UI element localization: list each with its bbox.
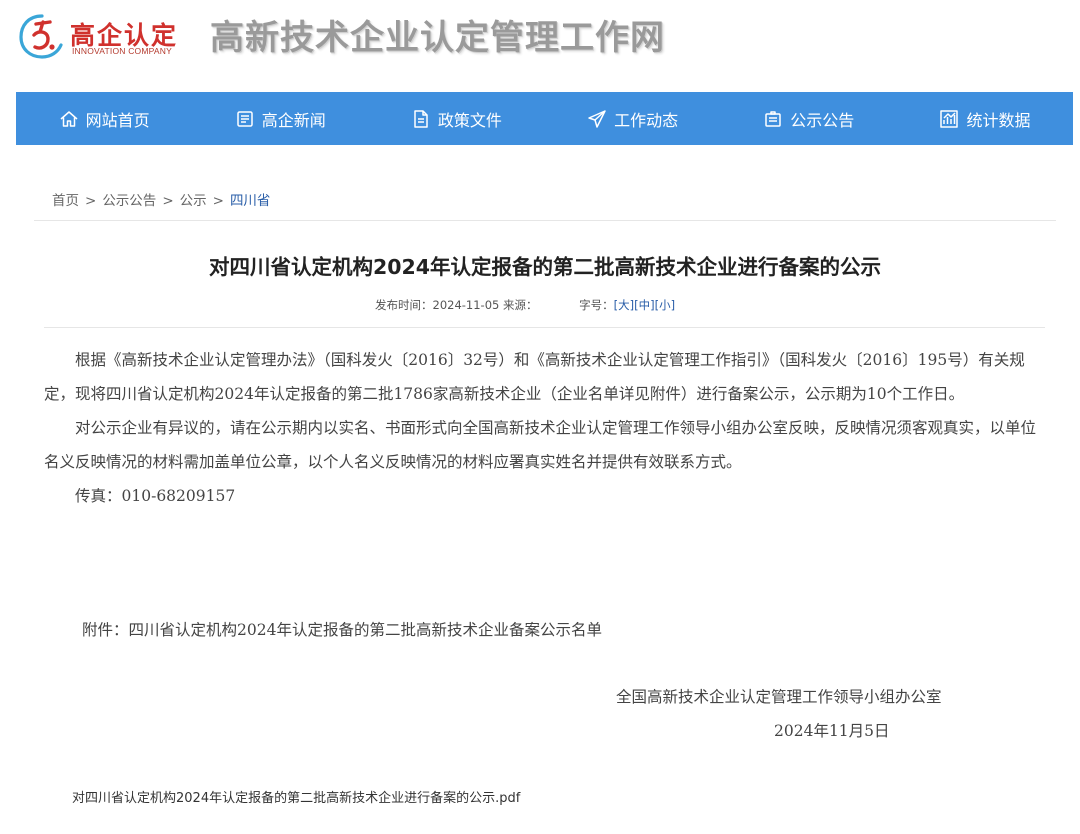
nav-item-label: 统计数据 xyxy=(966,110,1031,130)
article-body: 根据《高新技术企业认定管理办法》（国科发火〔2016〕32号）和《高新技术企业认… xyxy=(44,343,1044,513)
publish-label: 发布时间： xyxy=(375,298,433,312)
breadcrumb-sichuan[interactable]: 四川省 xyxy=(230,193,271,209)
breadcrumb: 首页 > 公示公告 > 公示 > 四川省 xyxy=(52,189,270,209)
nav-item-work-updates[interactable]: 工作动态 xyxy=(545,92,721,145)
news-icon xyxy=(237,110,253,127)
pdf-attachment-link[interactable]: 对四川省认定机构2024年认定报备的第二批高新技术企业进行备案的公示.pdf xyxy=(72,787,520,806)
title-divider xyxy=(44,327,1045,328)
document-icon xyxy=(414,109,428,128)
logo-mark-icon xyxy=(19,14,63,59)
main-nav: 网站首页 高企新闻 政策文件 工作动态 公示公告 统计数据 xyxy=(16,92,1073,145)
breadcrumb-separator: > xyxy=(212,193,224,209)
source-label: 来源： xyxy=(503,298,538,312)
font-size-small-button[interactable]: [小] xyxy=(655,298,675,312)
font-size-large-button[interactable]: [大] xyxy=(614,298,634,312)
breadcrumb-announcements[interactable]: 公示公告 xyxy=(102,193,156,209)
font-size-label: 字号： xyxy=(579,298,614,312)
site-header: 高企认定 INNOVATION COMPANY 高新技术企业认定管理工作网 xyxy=(0,0,1080,92)
signature-date: 2024年11月5日 xyxy=(774,722,890,740)
nav-item-news[interactable]: 高企新闻 xyxy=(192,92,368,145)
breadcrumb-separator: > xyxy=(162,193,174,209)
body-paragraph: 对公示企业有异议的，请在公示期内以实名、书面形式向全国高新技术企业认定管理工作领… xyxy=(44,419,1037,471)
nav-item-home[interactable]: 网站首页 xyxy=(16,92,192,145)
breadcrumb-home[interactable]: 首页 xyxy=(52,193,79,209)
site-title: 高新技术企业认定管理工作网 xyxy=(210,18,665,58)
publish-date: 2024-11-05 xyxy=(432,298,500,312)
logo-english-text: INNOVATION COMPANY xyxy=(72,46,172,56)
nav-item-statistics[interactable]: 统计数据 xyxy=(897,92,1073,145)
signature-organization: 全国高新技术企业认定管理工作领导小组办公室 xyxy=(616,688,942,706)
nav-item-announcements[interactable]: 公示公告 xyxy=(721,92,897,145)
fax-line: 传真：010-68209157 xyxy=(75,487,236,505)
nav-item-label: 公示公告 xyxy=(790,110,855,130)
nav-item-label: 工作动态 xyxy=(614,110,679,130)
breadcrumb-separator: > xyxy=(85,193,97,209)
body-paragraph: 根据《高新技术企业认定管理办法》（国科发火〔2016〕32号）和《高新技术企业认… xyxy=(44,351,1025,403)
site-logo[interactable]: 高企认定 INNOVATION COMPANY xyxy=(16,10,186,66)
article-meta: 发布时间：2024-11-05 来源： 字号：[大][中][小] xyxy=(375,297,675,313)
attachment-line: 附件：四川省认定机构2024年认定报备的第二批高新技术企业备案公示名单 xyxy=(82,621,602,639)
article-title: 对四川省认定机构2024年认定报备的第二批高新技术企业进行备案的公示 xyxy=(208,255,882,279)
nav-item-policy[interactable]: 政策文件 xyxy=(368,92,544,145)
home-icon xyxy=(60,110,78,127)
chart-icon xyxy=(940,109,959,128)
breadcrumb-publicity[interactable]: 公示 xyxy=(180,193,207,209)
announcement-icon xyxy=(765,110,782,127)
paper-plane-icon xyxy=(588,109,606,128)
nav-item-label: 政策文件 xyxy=(437,110,502,130)
nav-item-label: 网站首页 xyxy=(85,110,150,130)
font-size-medium-button[interactable]: [中] xyxy=(634,298,654,312)
breadcrumb-divider xyxy=(34,220,1056,221)
nav-item-label: 高企新闻 xyxy=(261,110,326,130)
